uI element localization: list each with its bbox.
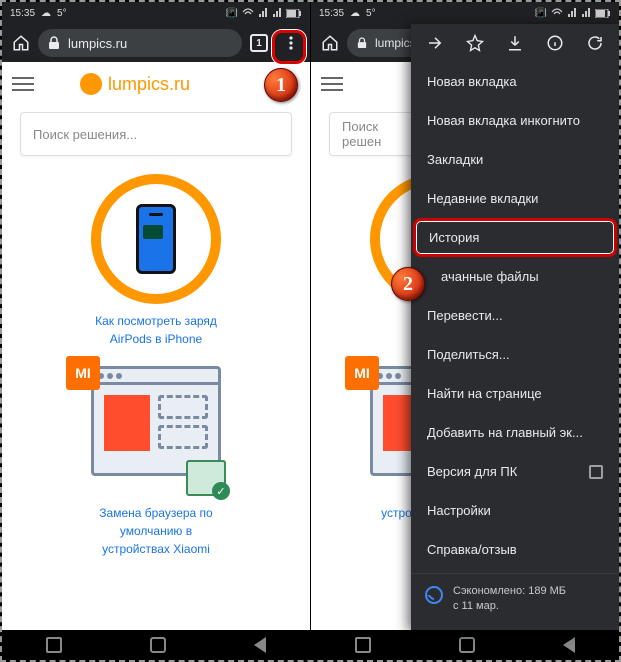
browser-toolbar: lumpics.ru 1 (2, 24, 310, 62)
search-placeholder: Поиск решения... (33, 127, 137, 142)
menu-item-new-tab[interactable]: Новая вкладка (411, 62, 619, 101)
site-menu-button[interactable] (12, 70, 40, 98)
menu-item-share[interactable]: Поделиться... (411, 335, 619, 374)
android-nav-bar (2, 630, 310, 660)
signal-icon (567, 8, 577, 18)
article2-title-line3[interactable]: устройствах Xiaomi (22, 540, 290, 558)
menu-item-history[interactable]: История (413, 218, 617, 257)
android-nav-bar (311, 630, 619, 660)
mi-badge-icon: MI (66, 356, 100, 390)
status-bar: 15:35 ☁ 5° 📳 (311, 2, 619, 24)
wifi-icon (242, 8, 254, 18)
status-weather-icon: ☁ (41, 8, 51, 19)
menu-item-translate[interactable]: Перевести... (411, 296, 619, 335)
menu-item-recent-tabs[interactable]: Недавние вкладки (411, 179, 619, 218)
desktop-site-checkbox[interactable] (589, 465, 603, 479)
search-placeholder: Поиск решен (342, 119, 406, 149)
highlight-ring-menu-button (272, 30, 306, 64)
menu-item-help[interactable]: Справка/отзыв (411, 530, 619, 569)
nav-back-button[interactable] (563, 637, 575, 653)
article1-title-line2[interactable]: AirPods в iPhone (22, 330, 290, 348)
vibrate-icon: 📳 (226, 8, 238, 19)
nav-back-button[interactable] (254, 637, 266, 653)
data-saver-icon (425, 586, 443, 604)
mi-badge-icon: MI (345, 356, 379, 390)
wifi-icon (551, 8, 563, 18)
status-temp: 5° (366, 8, 376, 19)
nav-home-button[interactable] (150, 637, 166, 653)
menu-item-downloads[interactable]: ачанные файлы (411, 257, 619, 296)
saved-since: с 11 мар. (453, 599, 566, 614)
site-search-input[interactable]: Поиск решен (329, 112, 419, 156)
comparison-stage: 15:35 ☁ 5° 📳 lumpics.ru 1 (0, 0, 621, 662)
status-weather-icon: ☁ (350, 8, 360, 19)
nav-recents-button[interactable] (46, 637, 62, 653)
signal-icon (258, 8, 268, 18)
site-menu-button[interactable] (321, 70, 349, 98)
page-content: lumpics.ru Поиск решения... Как посмотре… (2, 62, 310, 630)
article1-title-line1[interactable]: Как посмотреть заряд (22, 312, 290, 330)
site-logo[interactable]: lumpics.ru (80, 73, 190, 95)
tabs-button[interactable]: 1 (244, 28, 274, 58)
nav-home-button[interactable] (459, 637, 475, 653)
menu-item-find[interactable]: Найти на странице (411, 374, 619, 413)
site-search-input[interactable]: Поиск решения... (20, 112, 292, 156)
saved-amount: Сэкономлено: 189 МБ (453, 584, 566, 599)
signal-icon (272, 8, 282, 18)
menu-item-bookmarks[interactable]: Закладки (411, 140, 619, 179)
nav-recents-button[interactable] (355, 637, 371, 653)
tab-count: 1 (250, 34, 268, 52)
article-card-1[interactable]: Как посмотреть заряд AirPods в iPhone (22, 174, 290, 348)
lock-icon (48, 36, 60, 50)
menu-forward-button[interactable] (420, 28, 450, 58)
menu-item-list: Новая вкладка Новая вкладка инкогнито За… (411, 62, 619, 630)
status-temp: 5° (57, 8, 67, 19)
menu-data-saved[interactable]: Сэкономлено: 189 МБ с 11 мар. (411, 573, 619, 625)
signal-icon (581, 8, 591, 18)
home-button[interactable] (6, 28, 36, 58)
url-host: lumpics.ru (68, 36, 127, 51)
callout-marker-2: 2 (391, 267, 425, 301)
battery-icon (595, 9, 611, 18)
menu-item-desktop-site[interactable]: Версия для ПК (411, 452, 619, 491)
menu-toolbar (411, 24, 619, 62)
phone-left: 15:35 ☁ 5° 📳 lumpics.ru 1 (2, 2, 310, 660)
status-time: 15:35 (10, 8, 35, 19)
vibrate-icon: 📳 (535, 8, 547, 19)
address-bar[interactable]: lumpics.ru (38, 29, 242, 57)
menu-item-add-homescreen[interactable]: Добавить на главный эк... (411, 413, 619, 452)
home-button[interactable] (315, 28, 345, 58)
menu-reload-button[interactable] (580, 28, 610, 58)
callout-marker-1: 1 (264, 68, 298, 102)
check-badge-icon (186, 460, 226, 496)
browser-overflow-menu: Новая вкладка Новая вкладка инкогнито За… (411, 24, 619, 630)
logo-orange-icon (80, 73, 102, 95)
menu-bookmark-button[interactable] (460, 28, 490, 58)
menu-item-incognito[interactable]: Новая вкладка инкогнито (411, 101, 619, 140)
airpods-phone-icon (136, 204, 176, 274)
url-host: lumpics (375, 36, 416, 50)
menu-item-settings[interactable]: Настройки (411, 491, 619, 530)
menu-info-button[interactable] (540, 28, 570, 58)
status-bar: 15:35 ☁ 5° 📳 (2, 2, 310, 24)
article2-title-line2[interactable]: умолчанию в (22, 522, 290, 540)
logo-text: lumpics.ru (108, 74, 190, 95)
menu-download-button[interactable] (500, 28, 530, 58)
phone-right: 15:35 ☁ 5° 📳 lumpics (311, 2, 619, 660)
lock-icon (357, 37, 367, 49)
battery-icon (286, 9, 302, 18)
status-time: 15:35 (319, 8, 344, 19)
article2-title-line1[interactable]: Замена браузера по (22, 504, 290, 522)
article-card-2[interactable]: MI Замена браузера по умолчанию в устрой… (22, 366, 290, 558)
